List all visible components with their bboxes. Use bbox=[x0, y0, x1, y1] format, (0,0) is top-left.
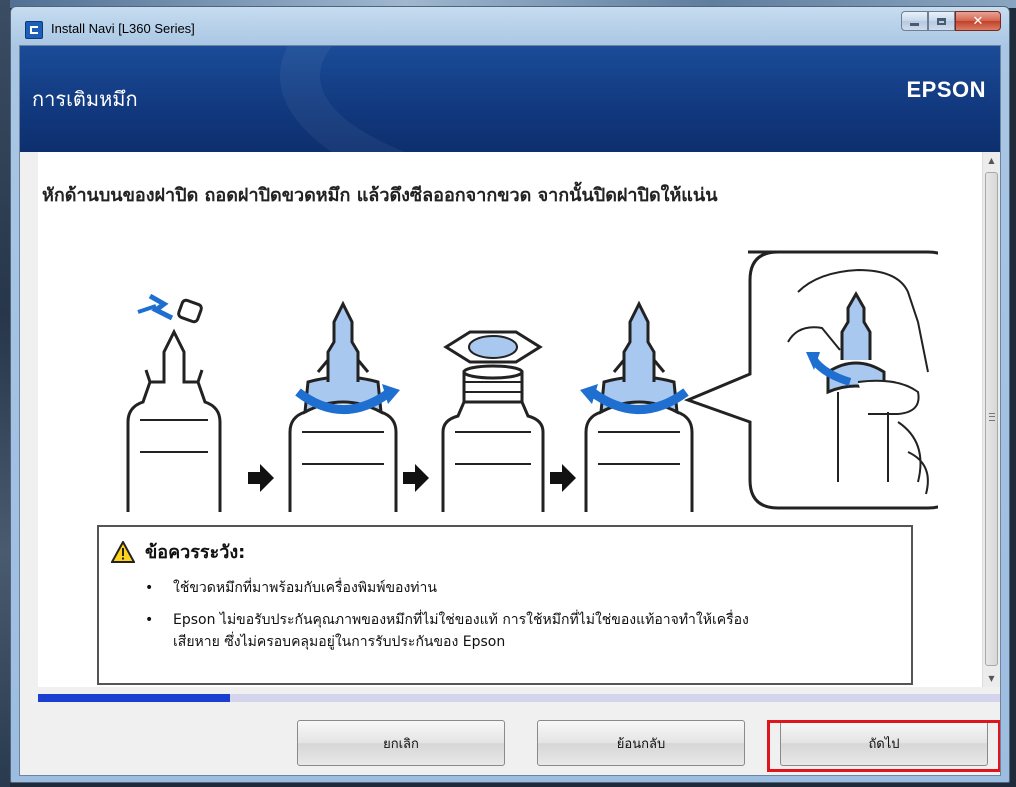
window-title: Install Navi [L360 Series] bbox=[51, 21, 195, 36]
content-panel: หักด้านบนของฝาปิด ถอดฝาปิดขวดหมึก แล้วดึ… bbox=[38, 152, 982, 687]
warning-icon bbox=[111, 540, 135, 563]
caution-item-text: เสียหาย ซึ่งไม่ครอบคลุมอยู่ในการรับประกั… bbox=[173, 634, 506, 650]
scroll-up-icon[interactable]: ▲ bbox=[983, 152, 1000, 169]
caution-box: ข้อควรระวัง: • ใช้ขวดหมึกที่มาพร้อมกับเคร… bbox=[97, 525, 913, 685]
next-button-highlight bbox=[767, 720, 1000, 772]
installer-window: Install Navi [L360 Series] ✕ การเติมหมึก… bbox=[10, 6, 1010, 783]
caution-title: ข้อควรระวัง: bbox=[145, 542, 246, 563]
progress-fill bbox=[38, 694, 231, 702]
step-arrow-2 bbox=[403, 464, 429, 492]
caution-item: • Epson ไม่ขอรับประกันคุณภาพของหมึกที่ไม่… bbox=[139, 609, 899, 631]
client-area: การเติมหมึก EPSON หักด้านบนของฝาปิด ถอดฝ… bbox=[19, 45, 1001, 776]
back-button[interactable]: ย้อนกลับ bbox=[537, 720, 745, 766]
bullet-icon: • bbox=[145, 612, 154, 628]
progress-bar bbox=[38, 694, 1000, 702]
scroll-down-icon[interactable]: ▼ bbox=[983, 670, 1000, 687]
instruction-text: หักด้านบนของฝาปิด ถอดฝาปิดขวดหมึก แล้วดึ… bbox=[42, 185, 718, 206]
caution-item-text: Epson ไม่ขอรับประกันคุณภาพของหมึกที่ไม่ใ… bbox=[173, 612, 749, 628]
title-bar[interactable]: Install Navi [L360 Series] ✕ bbox=[11, 7, 1009, 45]
bottle-step-3 bbox=[441, 330, 545, 512]
vertical-scrollbar[interactable]: ▲ ▼ bbox=[982, 152, 1000, 687]
scrollbar-thumb[interactable] bbox=[985, 172, 998, 666]
bottle-step-1 bbox=[126, 293, 222, 512]
zoom-callout bbox=[683, 250, 938, 510]
maximize-button[interactable] bbox=[928, 11, 955, 31]
bottle-step-4 bbox=[580, 300, 694, 512]
desktop-background-left bbox=[0, 0, 10, 787]
epson-logo: EPSON bbox=[906, 77, 986, 102]
step-arrow-3 bbox=[550, 464, 576, 492]
page-title: การเติมหมึก bbox=[32, 87, 138, 111]
grip-icon bbox=[989, 413, 995, 421]
caution-item: • ใช้ขวดหมึกที่มาพร้อมกับเครื่องพิมพ์ของท… bbox=[139, 577, 899, 599]
cancel-button[interactable]: ยกเลิก bbox=[297, 720, 505, 766]
ink-bottle-illustration bbox=[126, 250, 938, 512]
caution-list: • ใช้ขวดหมึกที่มาพร้อมกับเครื่องพิมพ์ของท… bbox=[139, 577, 899, 663]
caution-item-continuation: เสียหาย ซึ่งไม่ครอบคลุมอยู่ในการรับประกั… bbox=[139, 631, 899, 653]
header-banner: การเติมหมึก EPSON bbox=[20, 46, 1000, 152]
caution-item-text: ใช้ขวดหมึกที่มาพร้อมกับเครื่องพิมพ์ของท่… bbox=[173, 580, 437, 596]
minimize-button[interactable] bbox=[901, 11, 928, 31]
bullet-icon: • bbox=[145, 580, 154, 596]
caution-header: ข้อควรระวัง: bbox=[111, 537, 245, 566]
app-icon bbox=[25, 21, 43, 39]
caption-buttons: ✕ bbox=[901, 11, 1001, 33]
minimize-icon bbox=[910, 22, 919, 26]
step-arrow-1 bbox=[248, 464, 274, 492]
bottle-step-2 bbox=[288, 300, 400, 512]
close-button[interactable]: ✕ bbox=[955, 11, 1001, 31]
maximize-icon bbox=[937, 17, 946, 25]
close-icon: ✕ bbox=[972, 13, 984, 29]
